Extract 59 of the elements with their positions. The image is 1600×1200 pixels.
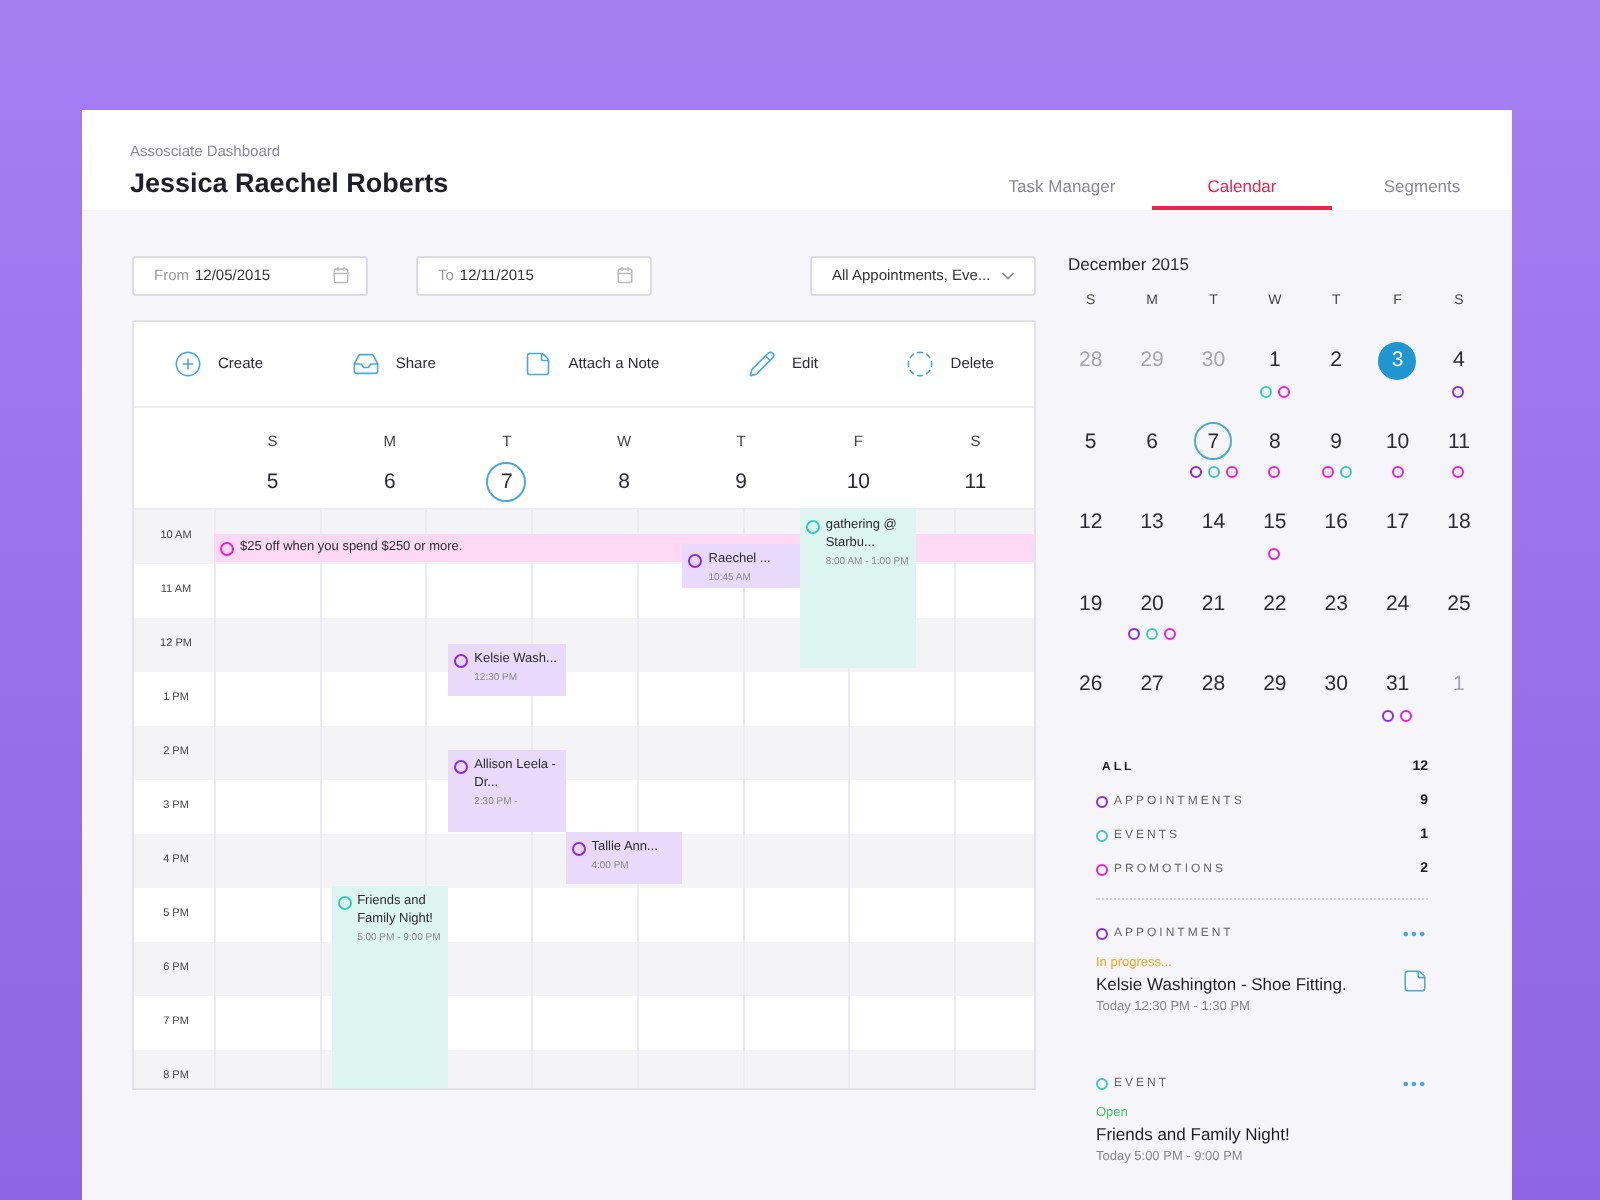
month-title: December 2015 <box>1068 253 1191 273</box>
calendar-day[interactable]: 28 <box>1194 665 1233 703</box>
status-dot-icon <box>337 895 352 909</box>
calendar-day[interactable]: 23 <box>1317 584 1356 622</box>
card-title: Friends and Family Night! <box>1096 1124 1290 1144</box>
calendar-day[interactable]: 8 <box>1255 422 1294 460</box>
card-title: Kelsie Washington - Shoe Fitting. <box>1096 974 1347 994</box>
calendar-day[interactable]: 21 <box>1194 584 1233 622</box>
calendar-day[interactable]: 2 <box>1317 341 1356 379</box>
status-dot-icon <box>454 653 469 667</box>
tray-icon <box>351 349 380 377</box>
calendar-day[interactable]: 27 <box>1133 665 1172 703</box>
day-number[interactable]: 7 <box>486 461 527 501</box>
day-number[interactable]: 5 <box>252 461 293 501</box>
calendar-day[interactable]: 4 <box>1439 341 1478 379</box>
plus-circle-icon <box>174 349 202 377</box>
calendar-day[interactable]: 24 <box>1378 584 1417 622</box>
calendar-day[interactable]: 17 <box>1378 503 1417 541</box>
status-dot-icon <box>454 759 469 773</box>
dashed-circle-icon <box>906 349 935 377</box>
note-icon <box>524 349 553 377</box>
calendar-day[interactable]: 9 <box>1317 422 1356 460</box>
calendar-day[interactable]: 25 <box>1439 584 1478 622</box>
calendar-day[interactable]: 26 <box>1071 665 1110 703</box>
calendar-day[interactable]: 31 <box>1378 665 1417 703</box>
calendar-day[interactable]: 7 <box>1194 422 1233 460</box>
tab[interactable]: Segments <box>1332 175 1512 209</box>
calendar-icon <box>332 266 350 284</box>
tab[interactable]: Task Manager <box>972 175 1152 209</box>
calendar-day[interactable]: 16 <box>1317 503 1356 541</box>
calendar-day[interactable]: 12 <box>1071 503 1110 541</box>
calendar-day[interactable]: 5 <box>1071 422 1110 460</box>
calendar-day[interactable]: 1 <box>1255 341 1294 379</box>
page-title: Jessica Raechel Roberts <box>130 167 449 197</box>
status-dot-icon <box>571 841 586 855</box>
day-number[interactable]: 10 <box>838 461 879 501</box>
calendar-day[interactable]: 6 <box>1133 422 1172 460</box>
calendar-day[interactable]: 20 <box>1133 584 1172 622</box>
day-number[interactable]: 6 <box>369 461 410 501</box>
calendar-day[interactable]: 29 <box>1255 665 1294 703</box>
calendar-day[interactable]: 15 <box>1255 503 1294 541</box>
day-number[interactable]: 8 <box>604 461 645 501</box>
tab[interactable]: Calendar <box>1152 175 1332 209</box>
calendar-day[interactable]: 22 <box>1255 584 1294 622</box>
calendar-day[interactable]: 19 <box>1071 584 1110 622</box>
day-number[interactable]: 11 <box>955 461 996 501</box>
calendar-day[interactable]: 11 <box>1439 422 1478 460</box>
calendar-day[interactable]: 14 <box>1194 503 1233 541</box>
calendar-day[interactable]: 13 <box>1133 503 1172 541</box>
status-dot-icon <box>220 541 234 555</box>
status-dot-icon <box>805 519 820 533</box>
calendar-day[interactable]: 10 <box>1378 422 1417 460</box>
calendar-icon <box>616 266 634 284</box>
day-number[interactable]: 9 <box>721 461 762 501</box>
pencil-icon <box>748 349 777 377</box>
calendar-day[interactable]: 18 <box>1439 503 1478 541</box>
status-dot-icon <box>688 553 703 567</box>
note-icon[interactable] <box>1402 968 1428 994</box>
calendar-day[interactable]: 30 <box>1317 665 1356 703</box>
